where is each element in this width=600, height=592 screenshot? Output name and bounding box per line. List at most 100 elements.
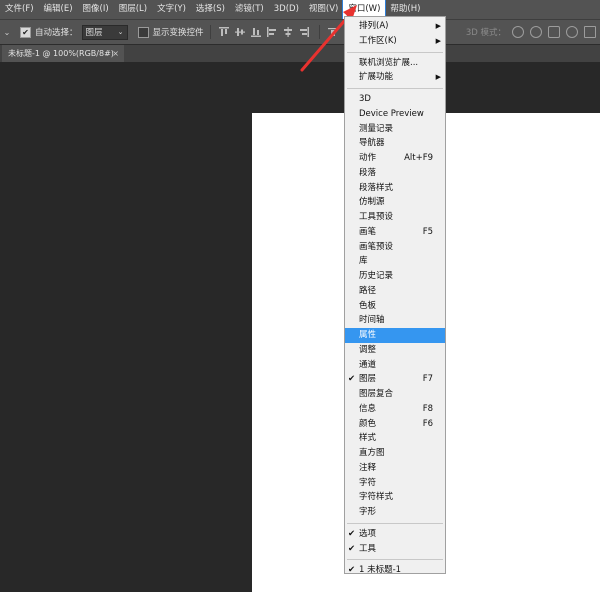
show-transform-checkbox[interactable]	[137, 26, 149, 38]
menu-item-label: 导航器	[359, 138, 385, 149]
menu-item-brush[interactable]: 画笔 F5	[345, 225, 445, 240]
menu-item-paragraph[interactable]: 段落	[345, 166, 445, 181]
menu-item-glyphs[interactable]: 字形	[345, 505, 445, 520]
align-right-icon[interactable]	[297, 25, 311, 39]
menu-item-paragraph-styles[interactable]: 段落样式	[345, 181, 445, 196]
menu-item-notes[interactable]: 注释	[345, 461, 445, 476]
menu-item-label: 工作区(K)	[359, 35, 397, 46]
auto-select-dropdown[interactable]: 图层 ⌄	[81, 24, 128, 40]
menu-item-layer-comps[interactable]: 图层复合	[345, 387, 445, 402]
menu-item-paths[interactable]: 路径	[345, 284, 445, 299]
roll-3d-icon[interactable]	[530, 26, 542, 38]
close-icon[interactable]: ×	[112, 49, 119, 58]
menu-select[interactable]: 选择(S)	[191, 0, 230, 19]
menu-item-label: 库	[359, 256, 368, 267]
menu-item-label: 通道	[359, 359, 377, 370]
menu-item-label: 颜色	[359, 418, 377, 429]
document-tab[interactable]: 未标题-1 @ 100%(RGB/8#) ×	[2, 45, 124, 62]
menu-image[interactable]: 图像(I)	[78, 0, 114, 19]
menu-separator	[347, 51, 443, 53]
menu-item-swatches[interactable]: 色板	[345, 299, 445, 314]
menu-item-properties[interactable]: 属性	[345, 328, 445, 343]
menu-item-color[interactable]: 颜色 F6	[345, 417, 445, 432]
menu-item-histogram[interactable]: 直方图	[345, 446, 445, 461]
menu-item-label: 工具预设	[359, 212, 394, 222]
menu-item-3d[interactable]: 3D	[345, 92, 445, 107]
menu-item-label: 字符样式	[359, 492, 394, 503]
menu-item-browse-extensions[interactable]: 联机浏览扩展...	[345, 56, 445, 71]
align-top-icon[interactable]	[217, 25, 231, 39]
menu-item-timeline[interactable]: 时间轴	[345, 313, 445, 328]
menu-item-label: 测量记录	[359, 123, 394, 134]
align-vcenter-icon[interactable]	[233, 25, 247, 39]
menu-item-tool-presets[interactable]: 工具预设	[345, 210, 445, 225]
menu-item-libraries[interactable]: 库	[345, 254, 445, 269]
menu-file[interactable]: 文件(F)	[0, 0, 39, 19]
menu-item-label: Device Preview	[359, 108, 424, 119]
chevron-down-icon[interactable]: ⌄	[0, 28, 14, 37]
menu-item-open-document[interactable]: ✔ 1 未标题-1	[345, 563, 445, 578]
orbit-3d-icon[interactable]	[512, 26, 524, 38]
menu-item-options[interactable]: ✔ 选项	[345, 527, 445, 542]
menu-type[interactable]: 文字(Y)	[152, 0, 191, 19]
auto-select-label: 自动选择：	[35, 28, 78, 38]
menu-item-label: 1 未标题-1	[359, 565, 402, 576]
menu-item-layers[interactable]: ✔ 图层 F7	[345, 372, 445, 387]
menu-item-extensions[interactable]: 扩展功能 ▶	[345, 70, 445, 85]
menu-item-workspace[interactable]: 工作区(K) ▶	[345, 34, 445, 49]
document-tab-title: 未标题-1 @ 100%(RGB/8#)	[8, 49, 114, 58]
menu-item-label: 直方图	[359, 448, 385, 458]
menu-item-character-styles[interactable]: 字符样式	[345, 490, 445, 505]
menu-item-tools[interactable]: ✔ 工具	[345, 542, 445, 557]
auto-select-checkbox[interactable]: ✔	[20, 26, 31, 38]
distribute-top-icon[interactable]	[326, 25, 340, 39]
checkmark-icon: ✔	[348, 543, 356, 554]
menu-item-info[interactable]: 信息 F8	[345, 402, 445, 417]
menu-edit[interactable]: 编辑(E)	[39, 0, 78, 19]
menu-item-actions[interactable]: 动作 Alt+F9	[345, 151, 445, 166]
menu-item-arrange[interactable]: 排列(A) ▶	[345, 19, 445, 34]
submenu-arrow-icon: ▶	[435, 73, 441, 82]
menu-filter[interactable]: 滤镜(T)	[230, 0, 269, 19]
pan-3d-icon[interactable]	[548, 26, 560, 38]
menu-item-label: 工具	[359, 543, 377, 554]
menu-item-measurement-log[interactable]: 测量记录	[345, 122, 445, 137]
menu-item-label: 图层复合	[359, 389, 394, 399]
menu-item-label: 色板	[359, 300, 377, 311]
menu-item-label: 信息	[359, 403, 377, 414]
menu-item-label: 动作	[359, 153, 377, 163]
menu-layer[interactable]: 图层(L)	[114, 0, 152, 19]
menu-item-device-preview[interactable]: Device Preview	[345, 107, 445, 122]
mode-3d-label: 3D 模式：	[465, 28, 506, 38]
menu-item-brush-presets[interactable]: 画笔预设	[345, 240, 445, 255]
slide-3d-icon[interactable]	[566, 26, 578, 38]
menu-item-label: 仿制源	[359, 197, 385, 208]
menu-item-navigator[interactable]: 导航器	[345, 136, 445, 151]
menu-item-label: 扩展功能	[359, 72, 394, 83]
menu-item-styles[interactable]: 样式	[345, 431, 445, 446]
menu-item-label: 时间轴	[359, 315, 385, 326]
menu-3d[interactable]: 3D(D)	[269, 0, 304, 19]
scale-3d-icon[interactable]	[584, 26, 596, 38]
menu-item-label: 注释	[359, 462, 377, 473]
align-hcenter-icon[interactable]	[281, 25, 295, 39]
menu-item-label: 图层	[359, 374, 377, 385]
menu-item-channels[interactable]: 通道	[345, 358, 445, 373]
menu-item-history[interactable]: 历史记录	[345, 269, 445, 284]
menu-item-character[interactable]: 字符	[345, 476, 445, 491]
menu-item-label: 历史记录	[359, 271, 394, 281]
menu-item-clone-source[interactable]: 仿制源	[345, 195, 445, 210]
document-tab-bar: 未标题-1 @ 100%(RGB/8#) ×	[0, 44, 600, 62]
menu-item-label: 排列(A)	[359, 21, 389, 31]
checkmark-icon: ✔	[348, 565, 356, 576]
options-right-group: 3D 模式：	[466, 20, 596, 44]
menu-item-label: 联机浏览扩展...	[359, 57, 419, 68]
menu-item-label: 字形	[359, 507, 377, 517]
menu-item-label: 选项	[359, 528, 377, 539]
menu-item-label: 属性	[359, 330, 377, 340]
align-bottom-icon[interactable]	[249, 25, 263, 39]
align-left-icon[interactable]	[265, 25, 279, 39]
menu-item-adjustments[interactable]: 调整	[345, 343, 445, 358]
menu-item-label: 3D	[359, 94, 371, 104]
menu-view[interactable]: 视图(V)	[304, 0, 343, 19]
